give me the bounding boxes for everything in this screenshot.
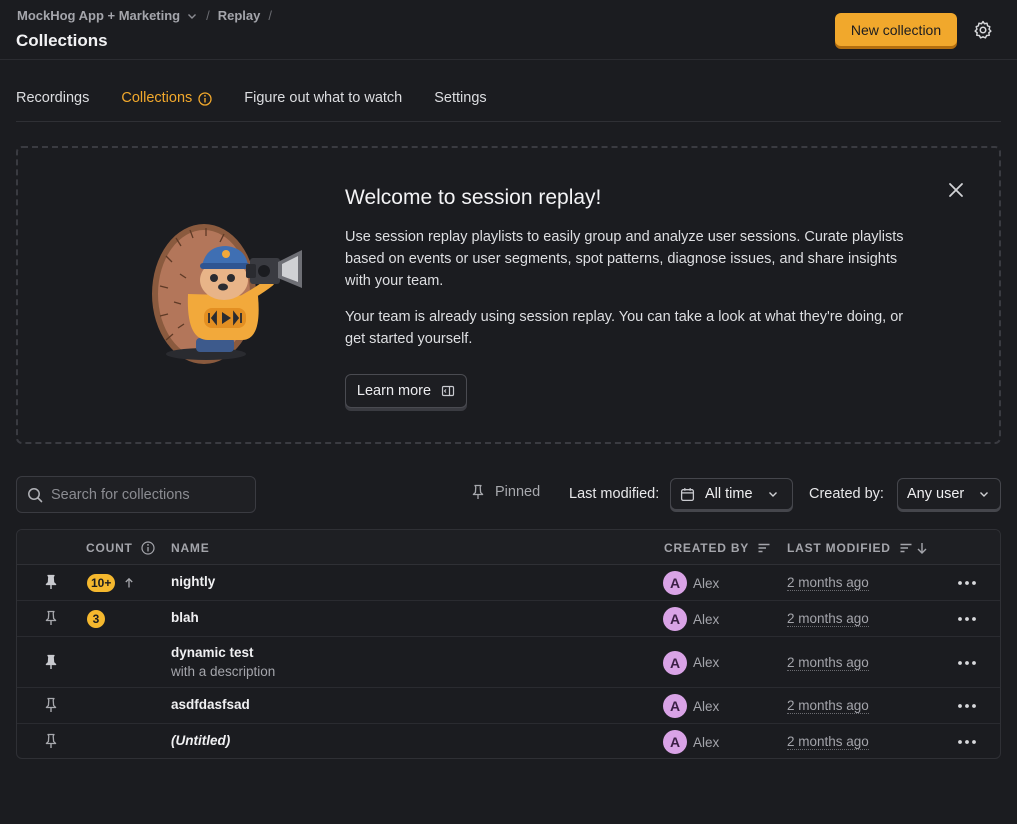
count-badge: 3 bbox=[87, 610, 105, 628]
last-modified-time: 2 months ago bbox=[787, 654, 869, 671]
new-collection-button[interactable]: New collection bbox=[835, 13, 957, 46]
welcome-title: Welcome to session replay! bbox=[345, 186, 602, 209]
author-name: Alex bbox=[693, 655, 720, 670]
author-name: Alex bbox=[693, 611, 720, 627]
sort-icon bbox=[758, 543, 770, 553]
pin-toggle[interactable] bbox=[43, 610, 59, 629]
created-by-label: Created by: bbox=[809, 486, 884, 502]
tab-collections[interactable]: Collections bbox=[121, 80, 212, 122]
collection-name-link[interactable]: nightly bbox=[171, 574, 215, 589]
org-switcher[interactable]: MockHog App + Marketing bbox=[17, 8, 198, 23]
arrow-down-icon bbox=[917, 543, 927, 554]
last-modified-label: Last modified: bbox=[569, 486, 660, 502]
pin-icon bbox=[45, 733, 57, 748]
tab-settings[interactable]: Settings bbox=[434, 80, 486, 122]
tab-figure-out-what-to-watch[interactable]: Figure out what to watch bbox=[244, 80, 402, 122]
chevron-down-icon bbox=[188, 13, 197, 19]
avatar: A bbox=[663, 607, 687, 631]
learn-more-button[interactable]: Learn more bbox=[345, 374, 467, 408]
page-title: Collections bbox=[16, 31, 108, 50]
author-name: Alex bbox=[693, 698, 720, 714]
table-row[interactable]: 3 blah A Alex 2 months ago bbox=[17, 601, 1000, 637]
pin-filled-icon bbox=[45, 574, 57, 589]
more-options-icon[interactable] bbox=[956, 695, 978, 717]
more-options-icon[interactable] bbox=[956, 731, 978, 753]
table-row[interactable]: asdfdasfsad A Alex 2 months ago bbox=[17, 688, 1000, 724]
pin-filled-icon bbox=[45, 654, 57, 669]
breadcrumb: MockHog App + Marketing / Replay / bbox=[17, 8, 280, 23]
row-actions-button[interactable] bbox=[956, 652, 978, 677]
collection-description: with a description bbox=[171, 664, 276, 679]
avatar: A bbox=[663, 730, 687, 754]
table-row[interactable]: 10+ nightly A Alex 2 months ago bbox=[17, 565, 1000, 601]
welcome-team-note: Your team is already using session repla… bbox=[345, 309, 904, 347]
search-icon bbox=[28, 487, 43, 502]
collections-table: COUNT NAME CREATED BY LAST MODIFIED 10+ n… bbox=[16, 529, 1001, 759]
collection-name-link[interactable]: asdfdasfsad bbox=[171, 697, 250, 712]
author-name: Alex bbox=[693, 734, 720, 750]
info-icon bbox=[141, 541, 155, 555]
org-name: MockHog App + Marketing bbox=[17, 8, 181, 23]
collection-name-link[interactable]: (Untitled) bbox=[171, 733, 230, 748]
last-modified-time: 2 months ago bbox=[787, 611, 869, 627]
tab-recordings[interactable]: Recordings bbox=[16, 80, 89, 122]
avatar: A bbox=[663, 650, 687, 675]
column-last-modified[interactable]: LAST MODIFIED bbox=[787, 541, 929, 555]
pinned-filter-button[interactable]: Pinned bbox=[470, 484, 540, 500]
chevron-down-icon bbox=[768, 492, 777, 497]
pin-toggle[interactable] bbox=[43, 733, 59, 752]
avatar: A bbox=[663, 694, 687, 718]
collection-name-link[interactable]: blah bbox=[171, 610, 199, 625]
pin-icon bbox=[45, 610, 57, 625]
pin-toggle[interactable] bbox=[43, 574, 59, 593]
calendar-icon bbox=[680, 487, 695, 501]
more-options-icon[interactable] bbox=[956, 608, 978, 630]
welcome-banner: Welcome to session replay! Use session r… bbox=[16, 146, 1001, 444]
table-row[interactable]: (Untitled) A Alex 2 months ago bbox=[17, 724, 1000, 758]
gear-icon[interactable] bbox=[972, 19, 994, 41]
top-header: MockHog App + Marketing / Replay / Colle… bbox=[0, 0, 1017, 60]
more-options-icon[interactable] bbox=[956, 572, 978, 594]
row-actions-button[interactable] bbox=[956, 731, 978, 756]
close-icon[interactable] bbox=[947, 181, 965, 199]
last-modified-time: 2 months ago bbox=[787, 575, 869, 591]
table-header: COUNT NAME CREATED BY LAST MODIFIED bbox=[17, 530, 1000, 565]
chevron-down-icon bbox=[980, 492, 989, 497]
info-icon bbox=[198, 92, 212, 106]
avatar: A bbox=[663, 571, 687, 595]
pin-icon bbox=[45, 697, 57, 712]
welcome-description: Use session replay playlists to easily g… bbox=[345, 229, 904, 289]
row-actions-button[interactable] bbox=[956, 695, 978, 720]
search-field[interactable] bbox=[16, 476, 256, 513]
pin-toggle[interactable] bbox=[43, 697, 59, 716]
last-modified-time: 2 months ago bbox=[787, 734, 869, 750]
table-row[interactable]: dynamic test with a description A Alex 2 mon… bbox=[17, 637, 1000, 688]
arrow-up-icon bbox=[125, 577, 134, 588]
row-actions-button[interactable] bbox=[956, 608, 978, 633]
tab-bar: Recordings Collections Figure out what t… bbox=[16, 80, 1001, 122]
column-created-by[interactable]: CREATED BY bbox=[664, 541, 771, 555]
column-count: COUNT bbox=[86, 541, 155, 555]
last-modified-select[interactable]: All time bbox=[670, 478, 793, 510]
collection-name-link[interactable]: dynamic test bbox=[171, 645, 275, 660]
breadcrumb-replay[interactable]: Replay bbox=[218, 8, 261, 23]
more-options-icon[interactable] bbox=[956, 652, 978, 674]
column-name[interactable]: NAME bbox=[171, 541, 210, 555]
last-modified-time: 2 months ago bbox=[787, 698, 869, 714]
author-name: Alex bbox=[693, 575, 720, 591]
hedgehog-camera-illustration bbox=[152, 224, 302, 364]
breadcrumb-separator: / bbox=[206, 8, 210, 23]
row-actions-button[interactable] bbox=[956, 572, 978, 597]
open-sidebar-icon bbox=[441, 385, 455, 397]
count-badge: 10+ bbox=[87, 574, 116, 592]
breadcrumb-separator: / bbox=[268, 8, 273, 23]
pin-toggle[interactable] bbox=[43, 654, 59, 673]
pin-icon bbox=[472, 484, 484, 499]
sort-icon bbox=[900, 543, 912, 553]
created-by-select[interactable]: Any user bbox=[897, 478, 1001, 510]
search-input[interactable] bbox=[51, 486, 241, 503]
